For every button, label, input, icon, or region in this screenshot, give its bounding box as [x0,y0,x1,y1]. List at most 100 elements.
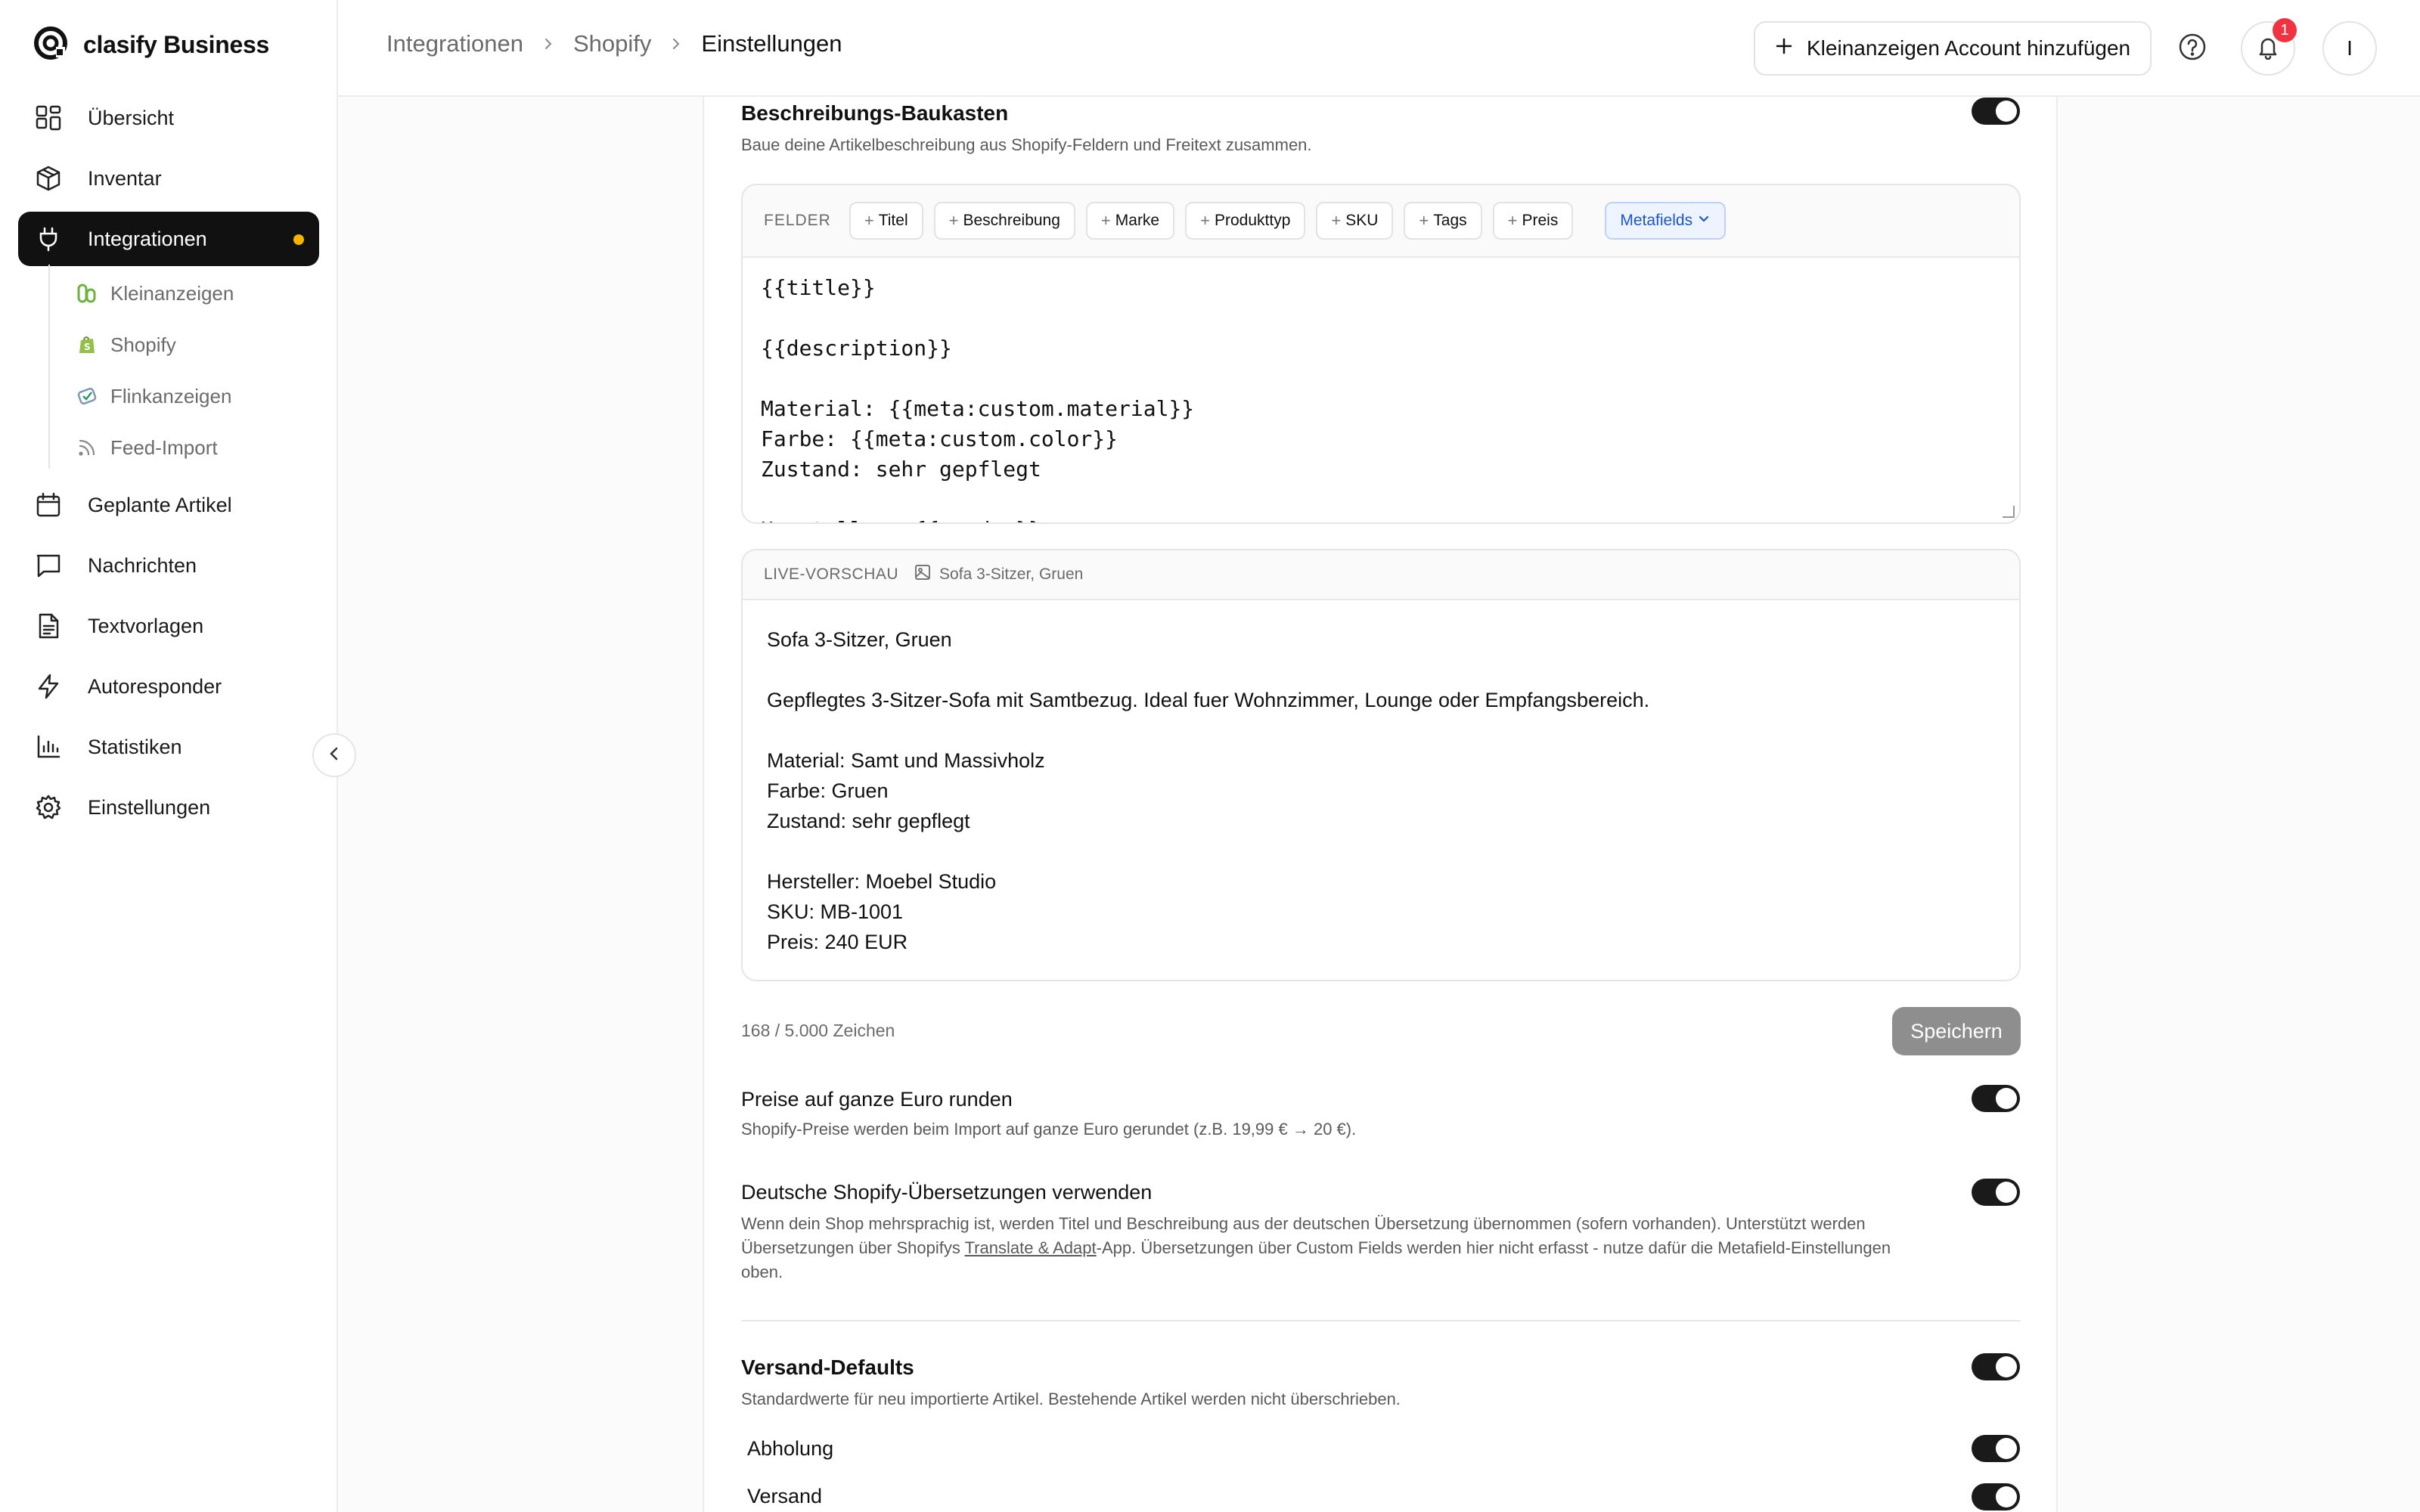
shipping-title: Versand-Defaults [741,1356,914,1379]
fields-toolbar: FELDER + Titel + Beschreibung + Marke + Prod… [743,185,2019,258]
round-prices-toggle[interactable] [1972,1085,2020,1112]
pickup-toggle[interactable] [1972,1435,2020,1462]
image-icon [914,563,932,586]
sidebar-subitem-label: Flinkanzeigen [110,384,232,407]
preview-line: Farbe: Gruen [767,779,889,802]
sidebar-item-inventar[interactable]: Inventar [18,151,319,206]
avatar-initial: I [2347,36,2353,60]
collapse-sidebar-button[interactable] [312,733,356,777]
preview-product[interactable]: Sofa 3-Sitzer, Gruen [914,563,1083,586]
plus-icon: + [1419,211,1429,230]
sidebar-item-einstellungen[interactable]: Einstellungen [18,780,319,835]
sidebar: clasify Business Übersicht Inventar Inte… [0,0,338,1512]
chip-preis[interactable]: + Preis [1492,202,1574,240]
save-button[interactable]: Speichern [1892,1007,2021,1055]
template-editor[interactable]: {{title}} {{description}} Material: {{me… [743,258,2019,522]
builder-toggle[interactable] [1972,98,2020,125]
chip-sku[interactable]: + SKU [1316,202,1394,240]
sidebar-subitem-kleinanzeigen[interactable]: Kleinanzeigen [76,275,234,311]
chip-label: Beschreibung [963,212,1060,229]
plus-icon: + [948,211,959,230]
avatar[interactable]: I [2322,21,2377,76]
sidebar-item-textvorlagen[interactable]: Textvorlagen [18,599,319,653]
chip-titel[interactable]: + Titel [849,202,923,240]
sidebar-item-geplante-artikel[interactable]: Geplante Artikel [18,478,319,532]
builder-description: Baue deine Artikelbeschreibung aus Shopi… [741,135,1312,154]
topbar: Integrationen Shopify Einstellungen Klei… [338,0,2420,97]
chip-produkttyp[interactable]: + Produkttyp [1185,202,1306,240]
help-button[interactable] [2165,21,2220,76]
preview-line: Hersteller: Moebel Studio [767,870,997,893]
grid-icon [33,103,64,133]
kleinanzeigen-icon [76,282,98,305]
shopify-icon: S [76,333,98,356]
gear-icon [33,792,64,823]
chip-label: Marke [1115,212,1160,229]
sidebar-subitem-flinkanzeigen[interactable]: Flinkanzeigen [76,378,231,414]
plus-icon [1775,36,1793,60]
round-prices-title: Preise auf ganze Euro runden [741,1088,1013,1111]
preview-line: Zustand: sehr gepflegt [767,810,970,832]
rss-icon [76,436,98,459]
sidebar-subitem-shopify[interactable]: S Shopify [76,327,176,363]
shipping-toggle[interactable] [1972,1353,2020,1380]
plug-icon [33,224,64,254]
status-dot [293,234,304,245]
add-account-button[interactable]: Kleinanzeigen Account hinzufügen [1754,21,2152,76]
shipping-item-label: Versand [747,1485,823,1507]
svg-text:S: S [84,342,91,352]
fields-label: FELDER [764,212,831,229]
builder-title: Beschreibungs-Baukasten [741,101,1009,125]
chip-label: SKU [1345,212,1379,229]
chevron-left-icon [326,745,343,766]
preview-line [767,836,1995,866]
chevron-right-icon [669,37,683,51]
sidebar-item-label: Statistiken [88,735,182,758]
plus-icon: + [864,211,874,230]
chip-beschreibung[interactable]: + Beschreibung [933,202,1075,240]
preview-line: Material: Samt und Massivholz [767,749,1045,772]
chevron-down-icon [1697,212,1711,230]
sidebar-item-label: Autoresponder [88,674,222,698]
shipping-description: Standardwerte für neu importierte Artike… [741,1390,1401,1408]
sidebar-item-integrationen[interactable]: Integrationen [18,212,319,266]
sidebar-item-autoresponder[interactable]: Autoresponder [18,659,319,714]
preview-product-name: Sofa 3-Sitzer, Gruen [939,565,1084,583]
chip-label: Preis [1522,212,1559,229]
sidebar-subitem-label: Shopify [110,333,176,356]
chip-label: Titel [878,212,908,229]
sidebar-item-nachrichten[interactable]: Nachrichten [18,538,319,593]
sidebar-item-label: Übersicht [88,106,175,129]
sidebar-subitem-feed-import[interactable]: Feed-Import [76,429,218,466]
sidebar-item-label: Geplante Artikel [88,493,232,516]
brand[interactable]: clasify Business [33,26,269,64]
breadcrumb-current: Einstellungen [701,30,842,57]
box-icon [33,163,64,194]
preview-label: LIVE-VORSCHAU [764,565,899,583]
translations-toggle[interactable] [1972,1179,2020,1206]
settings-card: Beschreibungs-Baukasten Baue deine Artik… [703,97,2058,1512]
sidebar-item-uebersicht[interactable]: Übersicht [18,91,319,145]
translate-adapt-link[interactable]: Translate & Adapt [965,1238,1097,1257]
resize-handle-icon[interactable] [2003,506,2015,518]
plus-icon: + [1331,211,1342,230]
notifications-button[interactable]: 1 [2241,18,2297,76]
chip-marke[interactable]: + Marke [1085,202,1175,240]
preview-body: Sofa 3-Sitzer, Gruen Gepflegtes 3-Sitzer… [743,600,2019,980]
notification-badge: 1 [2273,18,2297,42]
delivery-toggle[interactable] [1972,1483,2020,1510]
metafields-dropdown[interactable]: Metafields [1605,202,1727,240]
sidebar-item-statistiken[interactable]: Statistiken [18,720,319,774]
calendar-icon [33,490,64,520]
plus-icon: + [1100,211,1111,230]
sidebar-subitem-label: Feed-Import [110,435,218,459]
preview-header: LIVE-VORSCHAU Sofa 3-Sitzer, Gruen [743,550,2019,600]
message-icon [33,550,64,581]
flinkanzeigen-icon [76,385,98,407]
preview-line [767,715,1995,745]
add-account-label: Kleinanzeigen Account hinzufügen [1807,36,2131,60]
bar-chart-icon [33,732,64,762]
chip-tags[interactable]: + Tags [1404,202,1482,240]
breadcrumb-integrationen[interactable]: Integrationen [386,30,523,57]
breadcrumb-shopify[interactable]: Shopify [573,30,651,57]
